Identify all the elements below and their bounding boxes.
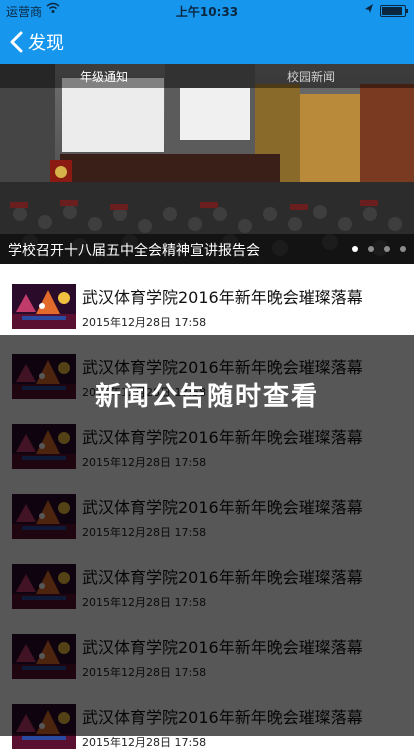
news-list-item[interactable]: 武汉体育学院2016年新年晚会璀璨落幕 2015年12月28日 17:58	[0, 544, 414, 614]
news-list-item[interactable]: 武汉体育学院2016年新年晚会璀璨落幕 2015年12月28日 17:58	[0, 404, 414, 474]
news-date: 2015年12月28日 17:58	[82, 666, 207, 679]
pagination-dots[interactable]	[352, 246, 406, 252]
news-list-item[interactable]: 武汉体育学院2016年新年晚会璀璨落幕 2015年12月28日 17:58	[0, 264, 414, 334]
nav-bar: 发现	[0, 20, 414, 64]
tab-campus-news[interactable]: 校园新闻	[287, 68, 335, 85]
status-bar: 运营商 上午10:33	[0, 0, 414, 20]
pagination-dot[interactable]	[368, 246, 374, 252]
pagination-dot[interactable]	[384, 246, 390, 252]
news-thumbnail	[12, 284, 76, 329]
news-title: 武汉体育学院2016年新年晚会璀璨落幕	[82, 288, 363, 307]
banner-caption: 学校召开十八届五中全会精神宣讲报告会	[8, 243, 260, 259]
news-title: 武汉体育学院2016年新年晚会璀璨落幕	[82, 428, 363, 447]
news-date: 2015年12月28日 17:58	[82, 596, 207, 609]
news-title: 武汉体育学院2016年新年晚会璀璨落幕	[82, 358, 363, 377]
location-icon	[364, 3, 374, 18]
news-title: 武汉体育学院2016年新年晚会璀璨落幕	[82, 568, 363, 587]
news-date: 2015年12月28日 17:58	[82, 526, 207, 539]
news-thumbnail	[12, 424, 76, 469]
back-label: 发现	[28, 33, 64, 54]
news-title: 武汉体育学院2016年新年晚会璀璨落幕	[82, 638, 363, 657]
pagination-dot[interactable]	[352, 246, 358, 252]
news-title: 武汉体育学院2016年新年晚会璀璨落幕	[82, 708, 363, 727]
banner-tabs: 年级通知 校园新闻	[0, 64, 414, 88]
news-list-item[interactable]: 武汉体育学院2016年新年晚会璀璨落幕 2015年12月28日 17:58	[0, 614, 414, 684]
news-date: 2015年12月28日 17:58	[82, 456, 207, 469]
news-list-item[interactable]: 武汉体育学院2016年新年晚会璀璨落幕 2015年12月28日 17:58	[0, 684, 414, 754]
battery-icon	[380, 5, 408, 17]
news-date: 2015年12月28日 17:58	[82, 736, 207, 749]
news-list-item[interactable]: 武汉体育学院2016年新年晚会璀璨落幕 2015年12月28日 17:58	[0, 474, 414, 544]
news-thumbnail	[12, 494, 76, 539]
back-button[interactable]: 发现	[8, 28, 64, 56]
banner-caption-bar: 学校召开十八届五中全会精神宣讲报告会	[0, 234, 414, 264]
news-thumbnail	[12, 634, 76, 679]
banner-carousel[interactable]: 年级通知 校园新闻 学校召开十八届五中全会精神宣讲报告会	[0, 64, 414, 264]
tab-grade-notice[interactable]: 年级通知	[80, 68, 128, 85]
chevron-left-icon	[10, 31, 23, 53]
status-time: 上午10:33	[175, 5, 239, 19]
news-date: 2015年12月28日 17:58	[82, 316, 207, 329]
news-thumbnail	[12, 704, 76, 749]
guide-overlay-text: 新闻公告随时查看	[94, 382, 319, 412]
news-thumbnail	[12, 564, 76, 609]
news-title: 武汉体育学院2016年新年晚会璀璨落幕	[82, 498, 363, 517]
pagination-dot[interactable]	[400, 246, 406, 252]
